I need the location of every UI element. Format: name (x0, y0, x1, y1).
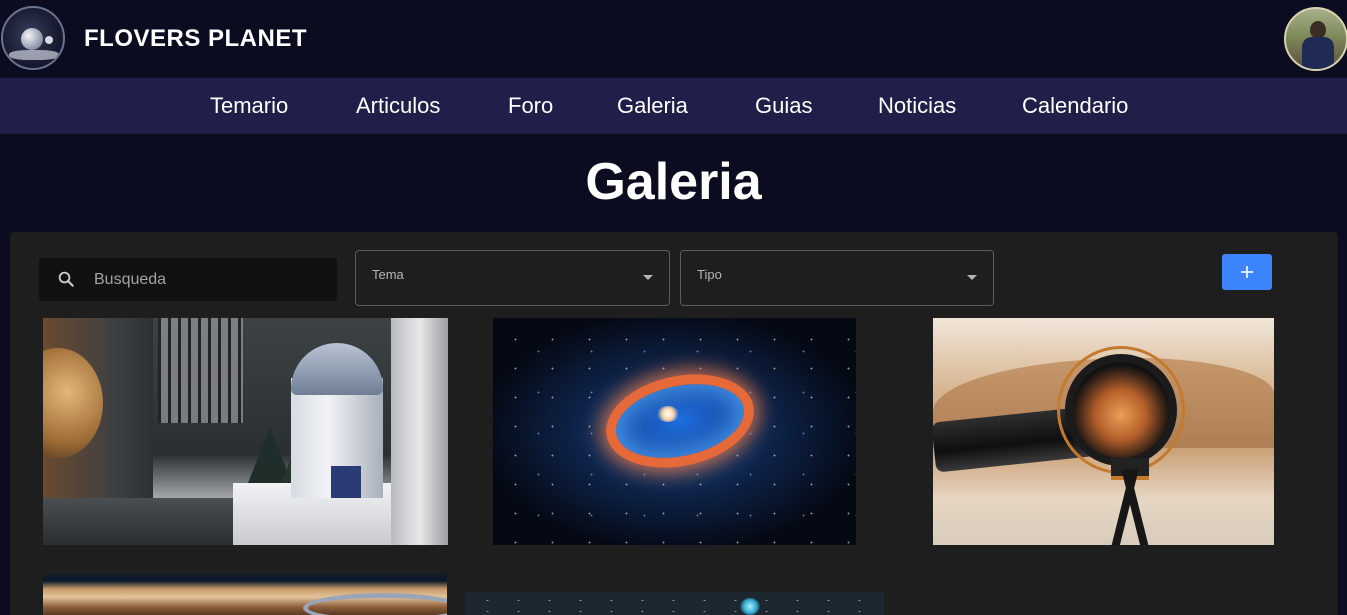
nav-item-guias[interactable]: Guias (755, 93, 812, 119)
add-image-button[interactable] (1222, 254, 1272, 290)
chevron-down-icon (967, 275, 977, 280)
tema-select[interactable]: Tema (355, 250, 670, 306)
telescope-desert-image[interactable] (933, 318, 1274, 545)
nav-item-calendario[interactable]: Calendario (1022, 93, 1128, 119)
nebula-ring-image[interactable] (493, 318, 856, 545)
top-header: FLOVERS PLANET (0, 0, 1347, 78)
search-bar[interactable] (39, 258, 337, 301)
space-glow-shape (740, 598, 760, 615)
chevron-down-icon (643, 275, 653, 280)
observatory-mural-image[interactable] (43, 318, 448, 545)
logo-moon-shape (45, 36, 53, 44)
mural-bars-shape (158, 318, 243, 423)
telescope-lens-shape (1065, 354, 1177, 466)
brand-title[interactable]: FLOVERS PLANET (84, 25, 307, 53)
nav-item-temario[interactable]: Temario (210, 93, 288, 119)
page-title: Galeria (585, 153, 762, 211)
space-stars-shape (465, 592, 884, 615)
mural-dome-shape (291, 343, 383, 395)
mural-column-shape (391, 318, 448, 545)
mural-floor-shape (43, 498, 253, 545)
tipo-select-label: Tipo (697, 267, 722, 282)
search-icon (58, 271, 74, 287)
nav-item-foro[interactable]: Foro (508, 93, 553, 119)
tema-select-label: Tema (372, 267, 404, 282)
logo-ground-shape (9, 50, 59, 60)
tipo-select[interactable]: Tipo (680, 250, 994, 306)
logo-planet-shape (21, 28, 43, 50)
nebula-core-shape (657, 406, 679, 422)
nav-item-noticias[interactable]: Noticias (878, 93, 956, 119)
nav-item-articulos[interactable]: Articulos (356, 93, 440, 119)
planet-logo-icon[interactable] (1, 6, 65, 70)
plus-icon (1241, 266, 1253, 278)
deep-space-image[interactable] (465, 592, 884, 615)
user-avatar[interactable] (1284, 7, 1347, 71)
avatar-body-shape (1302, 37, 1334, 69)
mural-door-shape (331, 466, 361, 498)
search-input[interactable] (94, 258, 329, 301)
nav-item-galeria[interactable]: Galeria (617, 93, 688, 119)
main-nav: Temario Articulos Foro Galeria Guias Not… (0, 78, 1347, 134)
saturn-image[interactable] (43, 575, 447, 615)
saturn-ring-shape (303, 593, 447, 615)
